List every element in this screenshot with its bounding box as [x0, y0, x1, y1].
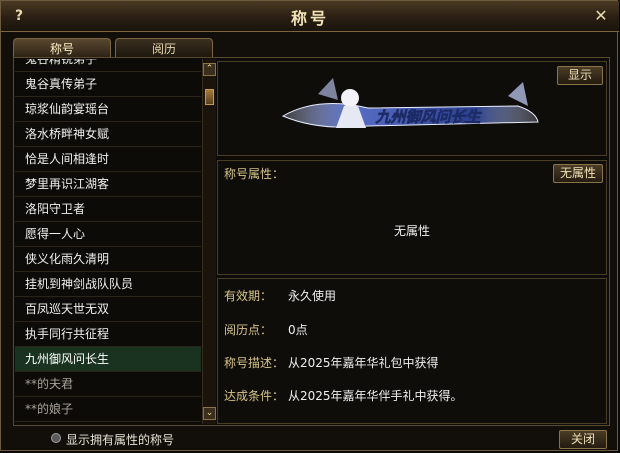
tab-titles[interactable]: 称号	[13, 38, 111, 58]
list-item[interactable]: 梦里再识江湖客	[15, 172, 201, 197]
list-item-selected[interactable]: 九州御风问长生	[15, 347, 201, 372]
desc-label: 称号描述：	[224, 356, 285, 370]
title-list: 鬼谷精锐弟子 鬼谷真传弟子 琼浆仙韵宴瑶台 洛水桥畔神女赋 恰是人间相逢时 梦里…	[15, 59, 201, 424]
bottom-bar: 显示拥有属性的称号 关闭	[13, 428, 610, 450]
banner-text: 九州御风问长生	[374, 108, 482, 126]
scroll-down-icon[interactable]: ⌄	[203, 407, 216, 420]
details-box: 有效期： 永久使用 阅历点： 0点 称号描述： 从2025年嘉年华礼包中获得 达…	[217, 278, 607, 424]
list-item[interactable]: 琼浆仙韵宴瑶台	[15, 97, 201, 122]
list-scrollbar[interactable]: ⌃ ⌄	[202, 59, 216, 424]
exp-label: 阅历点：	[224, 323, 273, 337]
list-item[interactable]: 洛水桥畔神女赋	[15, 122, 201, 147]
list-item[interactable]: 鬼谷精锐弟子	[15, 59, 201, 72]
list-item[interactable]: 鬼谷真传弟子	[15, 72, 201, 97]
exp-value: 0点	[288, 323, 308, 337]
title-bar: ? 称号 ✕	[1, 1, 619, 32]
title-banner: 九州御风问长生	[281, 78, 539, 128]
tab-experience[interactable]: 阅历	[115, 38, 213, 58]
scroll-thumb[interactable]	[205, 89, 214, 105]
list-item[interactable]: 侠义化雨久清明	[15, 247, 201, 272]
close-window-button[interactable]: ✕	[591, 6, 611, 26]
attributes-button[interactable]: 无属性	[553, 164, 603, 183]
list-item[interactable]: **的娘子	[15, 397, 201, 422]
cond-label: 达成条件：	[224, 389, 285, 403]
title-preview-box: 显示 九州御风问长生	[217, 61, 607, 156]
window-title: 称号	[290, 9, 329, 28]
validity-label: 有效期：	[224, 289, 273, 303]
list-item[interactable]: 恰是人间相逢时	[15, 147, 201, 172]
list-item[interactable]: **的夫君	[15, 372, 201, 397]
list-item[interactable]: 洛阳守卫者	[15, 197, 201, 222]
list-item[interactable]: 挂机到神剑战队队员	[15, 272, 201, 297]
desc-value: 从2025年嘉年华礼包中获得	[288, 356, 439, 370]
list-item[interactable]: 执手同行共征程	[15, 322, 201, 347]
attributes-box: 称号属性： 无属性 无属性	[217, 160, 607, 275]
display-button[interactable]: 显示	[557, 66, 603, 85]
filter-radio[interactable]	[51, 433, 61, 443]
attributes-label: 称号属性：	[224, 167, 285, 181]
list-item[interactable]: 百凤巡天世无双	[15, 297, 201, 322]
close-button[interactable]: 关闭	[559, 430, 607, 449]
list-item[interactable]: 愿得一人心	[15, 222, 201, 247]
attributes-value: 无属性	[393, 224, 430, 238]
validity-value: 永久使用	[288, 289, 337, 303]
scroll-up-icon[interactable]: ⌃	[203, 63, 216, 76]
filter-label[interactable]: 显示拥有属性的称号	[66, 431, 174, 448]
title-window: ? 称号 ✕ 称号 阅历 鬼谷精锐弟子 鬼谷真传弟子 琼浆仙韵宴瑶台 洛水桥畔神…	[0, 0, 619, 451]
cond-value: 从2025年嘉年华伴手礼中获得。	[288, 389, 463, 403]
